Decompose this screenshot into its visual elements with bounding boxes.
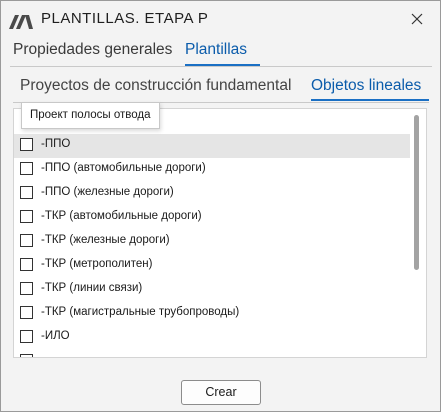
app-logo-icon: [9, 15, 33, 29]
checkbox[interactable]: [20, 330, 33, 343]
scrollbar-thumb[interactable]: [414, 115, 419, 270]
top-tab-divider: [10, 66, 432, 67]
list-item-label: -ТКР (железные дороги): [41, 234, 170, 246]
list-item[interactable]: -ТКР (автомобильные дороги): [14, 206, 410, 230]
list-item[interactable]: -ППО (автомобильные дороги): [14, 158, 410, 182]
close-button[interactable]: [394, 1, 440, 37]
dialog-window: PLANTILLAS. ETAPA P Propiedades generale…: [0, 0, 441, 412]
list-item-label: -ТКР (автомобильные дороги): [41, 210, 202, 222]
list-item[interactable]: -ППО (железные дороги): [14, 182, 410, 206]
list-item[interactable]: -ТКР (магистральные трубопроводы): [14, 302, 410, 326]
tab-objetos-lineales[interactable]: Objetos lineales: [311, 77, 421, 95]
tab-plantillas[interactable]: Plantillas: [185, 41, 247, 59]
list-item-label: -ИЛО: [41, 330, 70, 342]
checkbox[interactable]: [20, 306, 33, 319]
list-item-label: -ТКР (метрополитен): [41, 258, 153, 270]
checkbox[interactable]: [20, 162, 33, 175]
checkbox[interactable]: [20, 186, 33, 199]
tooltip: Проект полосы отвода: [21, 102, 160, 129]
list-item[interactable]: -ТКР (железные дороги): [14, 230, 410, 254]
list-item-label: -ППО (железные дороги): [41, 186, 174, 198]
list-item-partial[interactable]: [14, 350, 410, 357]
active-subtab-indicator: [311, 99, 429, 101]
list-item-label: -ППО (автомобильные дороги): [41, 162, 206, 174]
create-button[interactable]: Crear: [181, 380, 261, 405]
list-item-label: -ППО: [41, 138, 71, 150]
checkbox[interactable]: [20, 234, 33, 247]
list-item-label: -ТКР (магистральные трубопроводы): [41, 306, 240, 318]
template-checklist[interactable]: -ППО -ППО (автомобильные дороги) -ППО (ж…: [13, 108, 427, 358]
list-item[interactable]: -ППО: [14, 134, 410, 158]
checkbox[interactable]: [20, 258, 33, 271]
window-title: PLANTILLAS. ETAPA P: [41, 10, 209, 27]
vertical-scrollbar[interactable]: [412, 115, 420, 351]
list-item[interactable]: -ТКР (линии связи): [14, 278, 410, 302]
sub-tab-bar: Proyectos de construcción fundamental Ob…: [13, 77, 429, 103]
checkbox[interactable]: [20, 354, 33, 357]
title-bar[interactable]: PLANTILLAS. ETAPA P: [1, 1, 440, 37]
checkbox[interactable]: [20, 138, 33, 151]
tab-proyectos-construccion[interactable]: Proyectos de construcción fundamental: [20, 77, 291, 95]
close-icon: [411, 13, 423, 25]
list-item[interactable]: -ИЛО: [14, 326, 410, 350]
checkbox[interactable]: [20, 282, 33, 295]
tab-propiedades-generales[interactable]: Propiedades generales: [13, 41, 172, 59]
list-item-label: -ТКР (линии связи): [41, 282, 143, 294]
checkbox[interactable]: [20, 210, 33, 223]
list-item[interactable]: -ТКР (метрополитен): [14, 254, 410, 278]
